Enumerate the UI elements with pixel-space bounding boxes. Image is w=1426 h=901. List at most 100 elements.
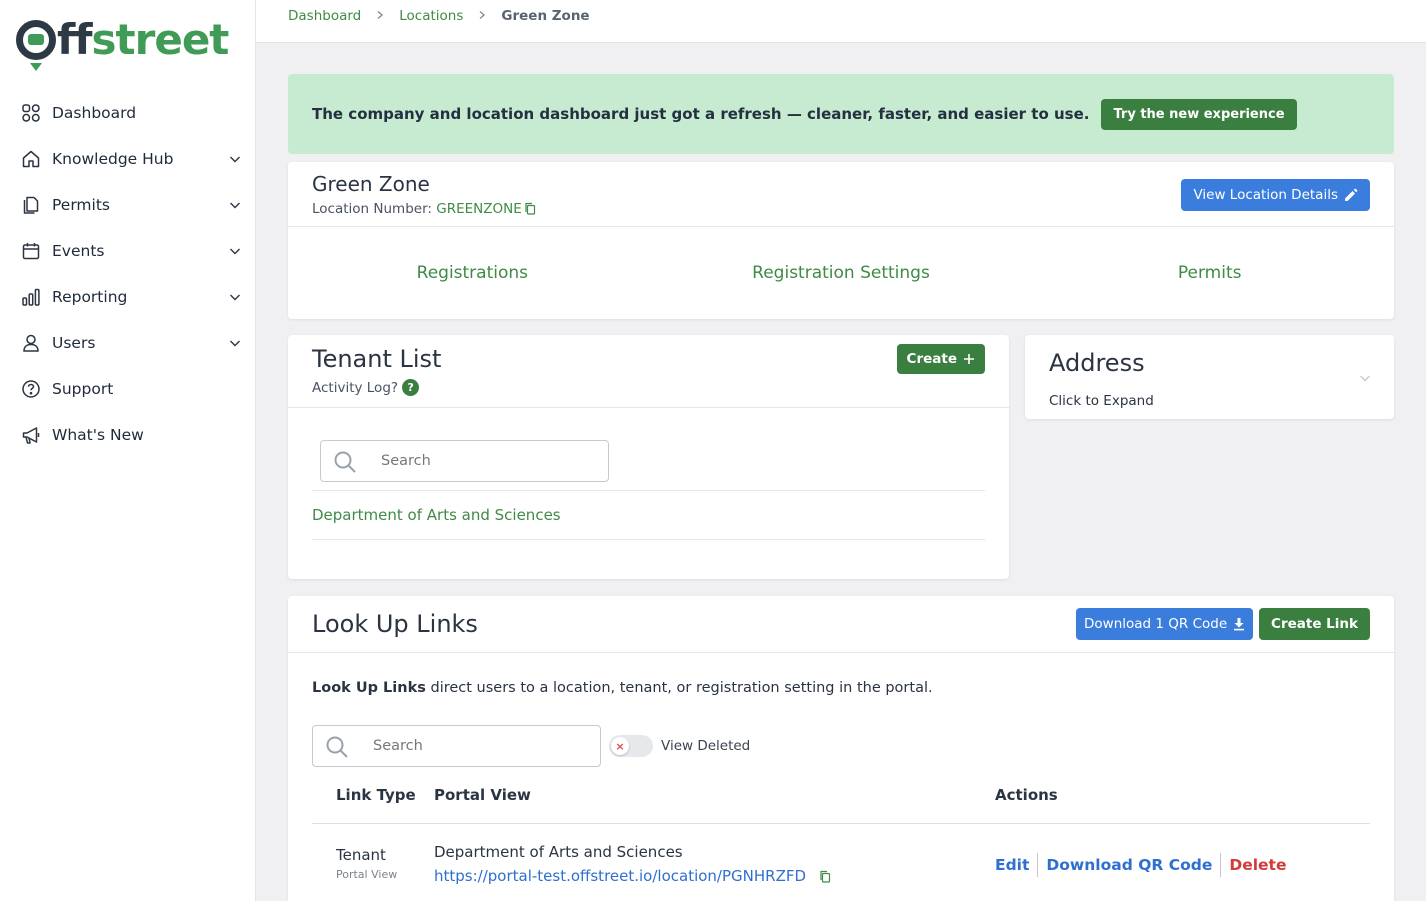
row-link-type: Tenant — [336, 846, 386, 864]
logo-wordmark: ffstreet — [57, 15, 229, 64]
calendar-icon — [21, 241, 41, 261]
description-rest: direct users to a location, tenant, or r… — [425, 680, 933, 696]
chevron-down-icon — [230, 248, 240, 255]
view-deleted-toggle[interactable]: × — [609, 735, 653, 757]
activity-log: Activity Log? ? — [312, 379, 420, 396]
sidebar-item-label: Knowledge Hub — [52, 150, 174, 168]
bar-chart-icon — [21, 287, 41, 307]
offstreet-logo[interactable]: ffstreet — [16, 14, 229, 71]
breadcrumb: Dashboard Locations Green Zone — [256, 0, 1426, 43]
sidebar-item-reporting[interactable]: Reporting — [0, 274, 256, 320]
create-tenant-button[interactable]: Create — [896, 344, 985, 374]
location-number: Location Number: GREENZONE — [312, 201, 536, 219]
location-name: Green Zone — [312, 172, 430, 196]
portal-url-link[interactable]: https://portal-test.offstreet.io/locatio… — [434, 867, 806, 885]
links-search-input[interactable] — [313, 726, 600, 766]
home-icon — [21, 149, 41, 169]
megaphone-icon — [21, 425, 41, 445]
row-portal-url: https://portal-test.offstreet.io/locatio… — [434, 867, 831, 887]
view-deleted-label: View Deleted — [661, 738, 751, 754]
chevron-right-icon — [375, 9, 385, 24]
location-number-value: GREENZONE — [436, 201, 522, 217]
sidebar-item-support[interactable]: Support — [0, 366, 256, 412]
row-actions: Edit Download QR Code Delete — [995, 853, 1294, 877]
column-header-portal-view: Portal View — [434, 786, 531, 804]
sidebar-item-dashboard[interactable]: Dashboard — [0, 90, 256, 136]
table-header-divider — [312, 823, 1370, 824]
breadcrumb-locations[interactable]: Locations — [399, 8, 463, 24]
chevron-down-icon — [230, 202, 240, 209]
pencil-icon — [1345, 188, 1358, 201]
description-bold: Look Up Links — [312, 680, 426, 696]
chevron-down-icon — [230, 294, 240, 301]
search-icon — [326, 736, 348, 758]
sidebar-item-permits[interactable]: Permits — [0, 182, 256, 228]
help-badge-icon[interactable]: ? — [402, 379, 420, 396]
sidebar-item-label: Reporting — [52, 288, 128, 306]
location-header-card: Green Zone Location Number: GREENZONE Vi… — [288, 162, 1394, 319]
sidebar-item-users[interactable]: Users — [0, 320, 256, 366]
grid-icon — [21, 103, 41, 123]
sidebar: ffstreet Dashboard Knowledge Hub Permits — [0, 0, 256, 901]
activity-log-label: Activity Log? — [312, 379, 399, 396]
location-tabs: Registrations Registration Settings Perm… — [288, 226, 1394, 319]
address-card[interactable]: Address Click to Expand — [1025, 335, 1394, 419]
tenant-list-card: Tenant List Activity Log? ? Create Depar… — [288, 335, 1009, 579]
copy-icon[interactable] — [819, 869, 831, 887]
create-link-button[interactable]: Create Link — [1259, 608, 1370, 640]
row-link-type-sub: Portal View — [336, 868, 398, 881]
divider — [312, 490, 985, 491]
banner-text: The company and location dashboard just … — [312, 105, 1090, 123]
column-header-link-type: Link Type — [336, 786, 416, 804]
sidebar-item-label: What's New — [52, 426, 144, 444]
row-portal-name: Department of Arts and Sciences — [434, 843, 683, 861]
delete-link[interactable]: Delete — [1221, 856, 1294, 874]
sidebar-item-whats-new[interactable]: What's New — [0, 412, 256, 458]
tenant-list-item[interactable]: Department of Arts and Sciences — [312, 506, 561, 524]
sidebar-item-label: Events — [52, 242, 105, 260]
chevron-down-icon — [230, 156, 240, 163]
edit-link[interactable]: Edit — [995, 856, 1037, 874]
sidebar-item-events[interactable]: Events — [0, 228, 256, 274]
create-label: Create — [906, 351, 957, 367]
lookup-links-card: Look Up Links Download 1 QR Code Create … — [288, 596, 1394, 901]
sidebar-item-label: Permits — [52, 196, 110, 214]
breadcrumb-dashboard[interactable]: Dashboard — [288, 8, 361, 24]
view-location-details-button[interactable]: View Location Details — [1181, 179, 1370, 211]
address-title: Address — [1049, 349, 1145, 377]
download-qr-code-link[interactable]: Download QR Code — [1038, 856, 1220, 874]
tab-permits[interactable]: Permits — [1025, 226, 1394, 319]
sidebar-item-knowledge-hub[interactable]: Knowledge Hub — [0, 136, 256, 182]
download-icon — [1234, 618, 1245, 631]
plus-icon — [964, 354, 974, 364]
sidebar-nav: Dashboard Knowledge Hub Permits Events R… — [0, 90, 256, 458]
help-circle-icon — [21, 379, 41, 399]
links-search — [312, 725, 601, 767]
sidebar-item-label: Dashboard — [52, 104, 137, 122]
tab-registration-settings[interactable]: Registration Settings — [657, 226, 1026, 319]
tab-registrations[interactable]: Registrations — [288, 226, 657, 319]
user-icon — [21, 333, 41, 353]
location-number-label: Location Number: — [312, 201, 432, 217]
download-qr-label: Download 1 QR Code — [1084, 616, 1228, 632]
logo-pin-mark — [16, 20, 56, 71]
refresh-banner: The company and location dashboard just … — [288, 74, 1394, 154]
chevron-down-icon — [1360, 375, 1370, 382]
chevron-down-icon — [230, 340, 240, 347]
tenant-search — [320, 440, 609, 482]
sidebar-item-label: Support — [52, 380, 114, 398]
document-icon — [21, 195, 41, 215]
view-location-details-label: View Location Details — [1193, 187, 1338, 203]
address-expand-hint: Click to Expand — [1049, 393, 1154, 409]
sidebar-item-label: Users — [52, 334, 96, 352]
divider — [288, 652, 1394, 653]
download-qr-code-button[interactable]: Download 1 QR Code — [1076, 608, 1254, 640]
try-new-experience-button[interactable]: Try the new experience — [1101, 98, 1297, 130]
tenant-search-input[interactable] — [321, 441, 608, 481]
lookup-links-title: Look Up Links — [312, 610, 478, 638]
divider — [288, 407, 1009, 408]
copy-icon[interactable] — [524, 202, 536, 219]
breadcrumb-current: Green Zone — [501, 8, 590, 24]
tenant-list-title: Tenant List — [312, 345, 442, 373]
search-icon — [334, 451, 356, 473]
